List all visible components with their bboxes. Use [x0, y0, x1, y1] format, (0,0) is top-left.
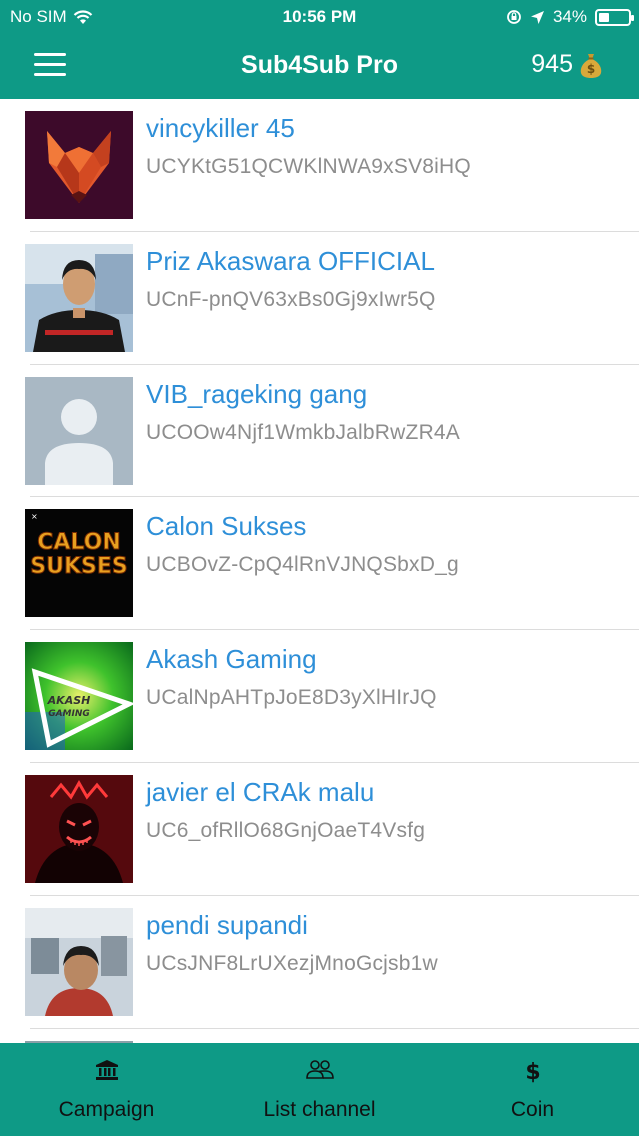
channel-row[interactable]: vincykiller 45 UCYKtG51QCWKlNWA9xSV8iHQ	[0, 99, 639, 232]
channel-id: UCsJNF8LrUXezjMnoGcjsb1w	[146, 951, 438, 975]
channel-row[interactable]: CALON SUKSES × Calon Sukses UCBOvZ-CpQ4l…	[0, 497, 639, 630]
svg-text:×: ×	[31, 512, 38, 521]
svg-text:AKASH: AKASH	[47, 694, 91, 707]
channel-id: UCYKtG51QCWKlNWA9xSV8iHQ	[146, 155, 471, 178]
neon-mask-image	[25, 774, 133, 883]
tab-label: Coin	[510, 1098, 555, 1121]
channel-avatar: CALON SUKSES ×	[25, 509, 133, 618]
channel-name[interactable]: Calon Sukses	[146, 511, 306, 542]
channel-name[interactable]: javier el CRAk malu	[146, 777, 374, 808]
battery-icon	[595, 8, 634, 26]
coin-count: 945	[531, 50, 573, 78]
svg-text:GAMING: GAMING	[48, 709, 90, 719]
channel-list[interactable]: vincykiller 45 UCYKtG51QCWKlNWA9xSV8iHQ …	[0, 99, 639, 1043]
tab-list-channel[interactable]: List channel	[213, 1043, 426, 1136]
bank-icon	[95, 1060, 118, 1080]
channel-avatar	[25, 376, 133, 485]
person-photo-image	[25, 243, 133, 352]
tab-campaign[interactable]: Campaign	[0, 1043, 213, 1136]
battery-percent: 34%	[552, 7, 587, 26]
channel-row[interactable]: VIB_rageking gang UCOOw4Njf1WmkbJalbRwZR…	[0, 365, 639, 498]
svg-text:$: $	[525, 1060, 540, 1083]
channel-avatar	[25, 111, 133, 219]
channel-name[interactable]: Akash Gaming	[146, 644, 317, 675]
channel-id: UC6_ofRllO68GnjOaeT4Vsfg	[146, 818, 426, 842]
svg-text:SUKSES: SUKSES	[30, 554, 127, 579]
app-screen: No SIM 10:56 PM 34% Sub4Sub Pro 945 $ vi…	[0, 0, 639, 1136]
channel-row[interactable]: AKASH GAMING Akash Gaming UCalNpAHTpJoE8…	[0, 630, 639, 763]
channel-avatar	[25, 774, 133, 883]
nav-bar: Sub4Sub Pro 945 $	[0, 34, 639, 99]
coin-balance[interactable]: 945 $	[531, 50, 603, 79]
channel-avatar	[25, 243, 133, 352]
people-icon	[305, 1060, 334, 1079]
channel-name[interactable]: VIB_rageking gang	[146, 379, 367, 410]
status-bar: No SIM 10:56 PM 34%	[0, 0, 639, 34]
channel-name[interactable]: pendi supandi	[146, 910, 308, 941]
tab-label: List channel	[263, 1098, 376, 1121]
fox-logo-image	[25, 111, 133, 219]
dollar-icon: $	[525, 1060, 540, 1083]
channel-id: UCBOvZ-CpQ4lRnVJNQSbxD_g	[146, 553, 459, 577]
channel-row[interactable]: Priz Akaswara OFFICIAL UCnF-pnQV63xBs0Gj…	[0, 232, 639, 365]
channel-id: UCOOw4Njf1WmkbJalbRwZR4A	[146, 420, 461, 444]
tab-coin[interactable]: $ Coin	[426, 1043, 639, 1136]
top-bar: No SIM 10:56 PM 34% Sub4Sub Pro 945 $	[0, 0, 639, 99]
channel-avatar: AKASH GAMING	[25, 642, 133, 751]
channel-row-partial[interactable]	[0, 1029, 639, 1043]
channel-id: UCalNpAHTpJoE8D3yXlHIrJQ	[146, 686, 437, 710]
location-arrow-icon	[530, 10, 544, 24]
person-photo-image	[25, 907, 133, 1016]
svg-text:CALON: CALON	[37, 530, 121, 555]
rotation-lock-icon	[507, 10, 521, 24]
channel-name[interactable]: Priz Akaswara OFFICIAL	[146, 246, 435, 277]
akash-gaming-logo-image: AKASH GAMING	[25, 642, 133, 751]
channel-id: UCnF-pnQV63xBs0Gj9xIwr5Q	[146, 287, 436, 311]
money-bag-icon: $	[580, 53, 602, 78]
channel-avatar	[25, 907, 133, 1016]
channel-row[interactable]: javier el CRAk malu UC6_ofRllO68GnjOaeT4…	[0, 763, 639, 896]
calon-sukses-logo-image: CALON SUKSES ×	[25, 509, 133, 618]
svg-text:$: $	[587, 62, 595, 76]
bottom-tab-bar: Campaign List channel $ Coin	[0, 1043, 639, 1136]
tab-label: Campaign	[58, 1098, 155, 1121]
channel-name[interactable]: vincykiller 45	[146, 113, 295, 144]
channel-row[interactable]: pendi supandi UCsJNF8LrUXezjMnoGcjsb1w	[0, 896, 639, 1029]
default-avatar-icon	[25, 376, 133, 485]
